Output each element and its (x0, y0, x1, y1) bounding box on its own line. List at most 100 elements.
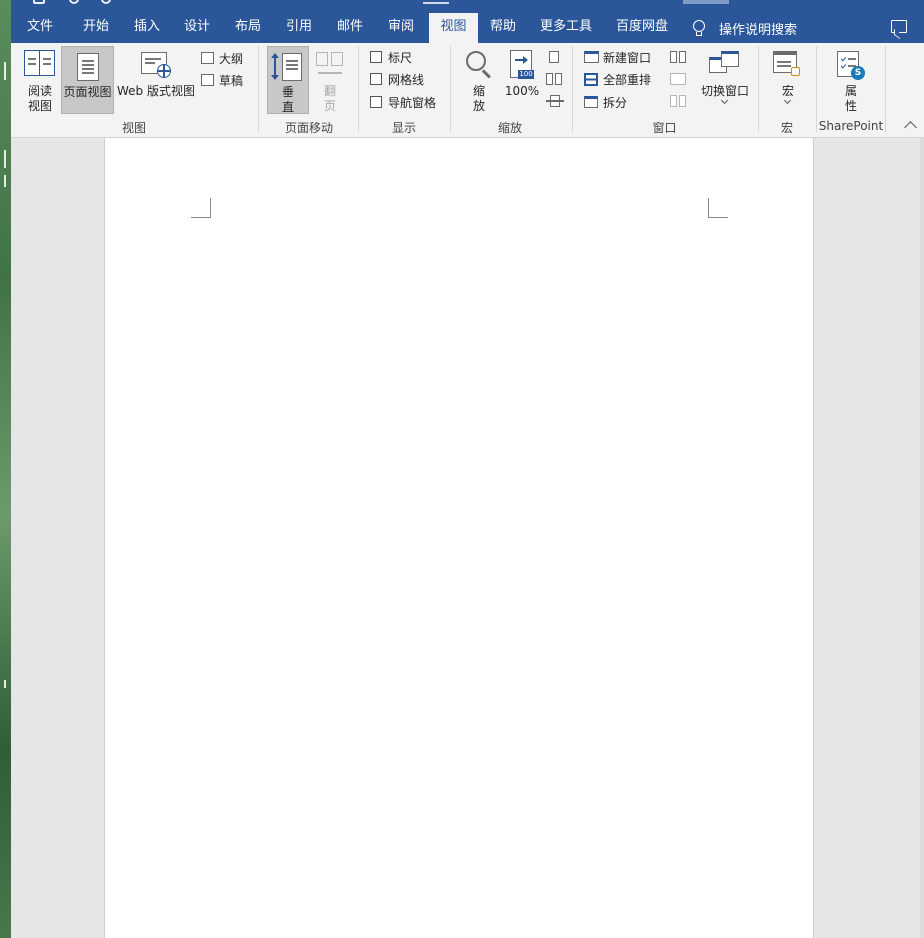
document-workspace (11, 138, 924, 938)
side-to-side-label-2: 页 (323, 99, 336, 113)
new-window-button[interactable]: 新建窗口 (584, 48, 651, 66)
web-layout-label: Web 版式视图 (117, 84, 195, 98)
macros-button[interactable]: 宏 (767, 46, 809, 114)
crop-mark-top-left (191, 198, 211, 218)
tab-baidu-netdisk[interactable]: 百度网盘 (611, 13, 673, 43)
outline-icon (201, 52, 214, 64)
vertical-scroll-icon (271, 53, 304, 81)
group-separator (450, 46, 451, 132)
desktop-icon-fragment (0, 680, 6, 688)
book-icon (24, 50, 56, 76)
web-page-icon (141, 52, 175, 80)
vertical-label-1: 垂 (281, 85, 294, 99)
draft-label: 草稿 (219, 73, 244, 88)
tell-me-label: 操作说明搜索 (719, 22, 798, 38)
ruler-checkbox[interactable]: 标尺 (370, 48, 412, 66)
comments-icon[interactable] (891, 20, 907, 33)
group-separator (572, 46, 573, 132)
vertical-scrollbar[interactable] (920, 138, 924, 938)
outline-button[interactable]: 大纲 (201, 49, 243, 67)
group-separator (758, 46, 759, 132)
properties-label-1: 属 (844, 84, 857, 98)
lightbulb-icon (693, 19, 705, 37)
tab-insert[interactable]: 插入 (123, 13, 171, 43)
group-separator (358, 46, 359, 132)
zoom-button[interactable]: 缩 放 (459, 46, 499, 114)
macros-icon (773, 51, 803, 79)
tab-design[interactable]: 设计 (173, 13, 221, 43)
macros-group-label: 宏 (780, 121, 793, 135)
draft-button[interactable]: 草稿 (201, 71, 243, 89)
zoom-label-1: 缩 (472, 84, 485, 98)
properties-label-2: 性 (844, 99, 857, 113)
navigation-pane-checkbox[interactable]: 导航窗格 (370, 93, 436, 111)
reset-window-position-icon[interactable] (670, 95, 686, 107)
zoom-100-label: 100% (504, 84, 540, 98)
outline-label: 大纲 (219, 51, 244, 66)
gridlines-label: 网格线 (388, 72, 425, 87)
undo-icon[interactable] (69, 0, 79, 4)
group-separator (885, 46, 886, 132)
vertical-label-2: 直 (281, 100, 294, 114)
new-window-label: 新建窗口 (603, 50, 652, 65)
document-page[interactable] (104, 138, 814, 938)
desktop-icon-fragment (0, 150, 6, 168)
arrange-all-button[interactable]: 全部重排 (584, 70, 651, 88)
tell-me-search[interactable]: 操作说明搜索 (693, 13, 797, 43)
arrange-all-label: 全部重排 (603, 72, 652, 87)
tab-help[interactable]: 帮助 (479, 13, 527, 43)
new-window-icon (584, 51, 599, 63)
sharepoint-properties-icon: S (837, 51, 867, 81)
tab-review[interactable]: 审阅 (377, 13, 425, 43)
gridlines-check-box[interactable] (370, 73, 382, 85)
page-movement-group-label: 页面移动 (284, 121, 333, 135)
zoom-100-button[interactable]: 100 100% (502, 46, 542, 98)
split-button[interactable]: 拆分 (584, 93, 627, 111)
tab-more-tools[interactable]: 更多工具 (535, 13, 597, 43)
switch-windows-icon (709, 51, 741, 77)
read-mode-label-2: 视图 (27, 99, 52, 113)
print-layout-button[interactable]: 页面视图 (61, 46, 114, 114)
sign-in-button[interactable] (683, 0, 729, 4)
side-to-side-button[interactable]: 翻 页 (311, 46, 349, 114)
tab-home[interactable]: 开始 (71, 13, 121, 43)
page-width-icon[interactable] (546, 95, 564, 107)
read-mode-button[interactable]: 阅读 视图 (19, 46, 61, 116)
switch-windows-button[interactable]: 切换窗口 (697, 46, 753, 114)
read-mode-label-1: 阅读 (27, 84, 52, 98)
tab-file[interactable]: 文件 (17, 13, 63, 43)
synchronous-scrolling-icon[interactable] (670, 73, 686, 85)
ribbon-tab-bar: 文件 开始 插入 设计 布局 引用 邮件 审阅 视图 帮助 更多工具 百度网盘 … (11, 0, 924, 43)
magnifier-icon (466, 51, 494, 81)
multiple-pages-icon[interactable] (546, 73, 562, 85)
desktop-icon-fragment (0, 175, 6, 187)
gridlines-checkbox[interactable]: 网格线 (370, 70, 424, 88)
navigation-pane-check-box[interactable] (370, 96, 382, 108)
window-group-label: 窗口 (652, 121, 677, 135)
ribbon-view: 阅读 视图 页面视图 Web 版式视图 大纲 草稿 视图 垂 直 翻 页 页面移… (11, 43, 924, 138)
arrange-all-icon (584, 72, 598, 86)
group-separator (258, 46, 259, 132)
tab-mailings[interactable]: 邮件 (326, 13, 374, 43)
properties-button[interactable]: S 属 性 (829, 46, 873, 114)
one-page-icon[interactable] (549, 51, 559, 63)
split-icon (584, 96, 598, 108)
ruler-label: 标尺 (388, 50, 413, 65)
web-layout-button[interactable]: Web 版式视图 (115, 46, 197, 114)
views-group-label: 视图 (121, 121, 146, 135)
tab-layout[interactable]: 布局 (224, 13, 272, 43)
side-to-side-icon (316, 52, 344, 78)
word-window: 文件 开始 插入 设计 布局 引用 邮件 审阅 视图 帮助 更多工具 百度网盘 … (11, 0, 924, 938)
tab-references[interactable]: 引用 (275, 13, 323, 43)
redo-icon[interactable] (101, 0, 111, 4)
tab-view[interactable]: 视图 (429, 13, 478, 43)
view-side-by-side-icon[interactable] (670, 51, 686, 63)
document-title (423, 0, 449, 4)
collapse-ribbon-icon[interactable] (904, 121, 917, 134)
vertical-movement-button[interactable]: 垂 直 (267, 46, 309, 114)
zoom-100-icon: 100 (510, 50, 536, 80)
ruler-check-box[interactable] (370, 51, 382, 63)
save-icon[interactable] (33, 0, 45, 4)
print-layout-label: 页面视图 (63, 85, 112, 99)
draft-icon (201, 74, 214, 86)
